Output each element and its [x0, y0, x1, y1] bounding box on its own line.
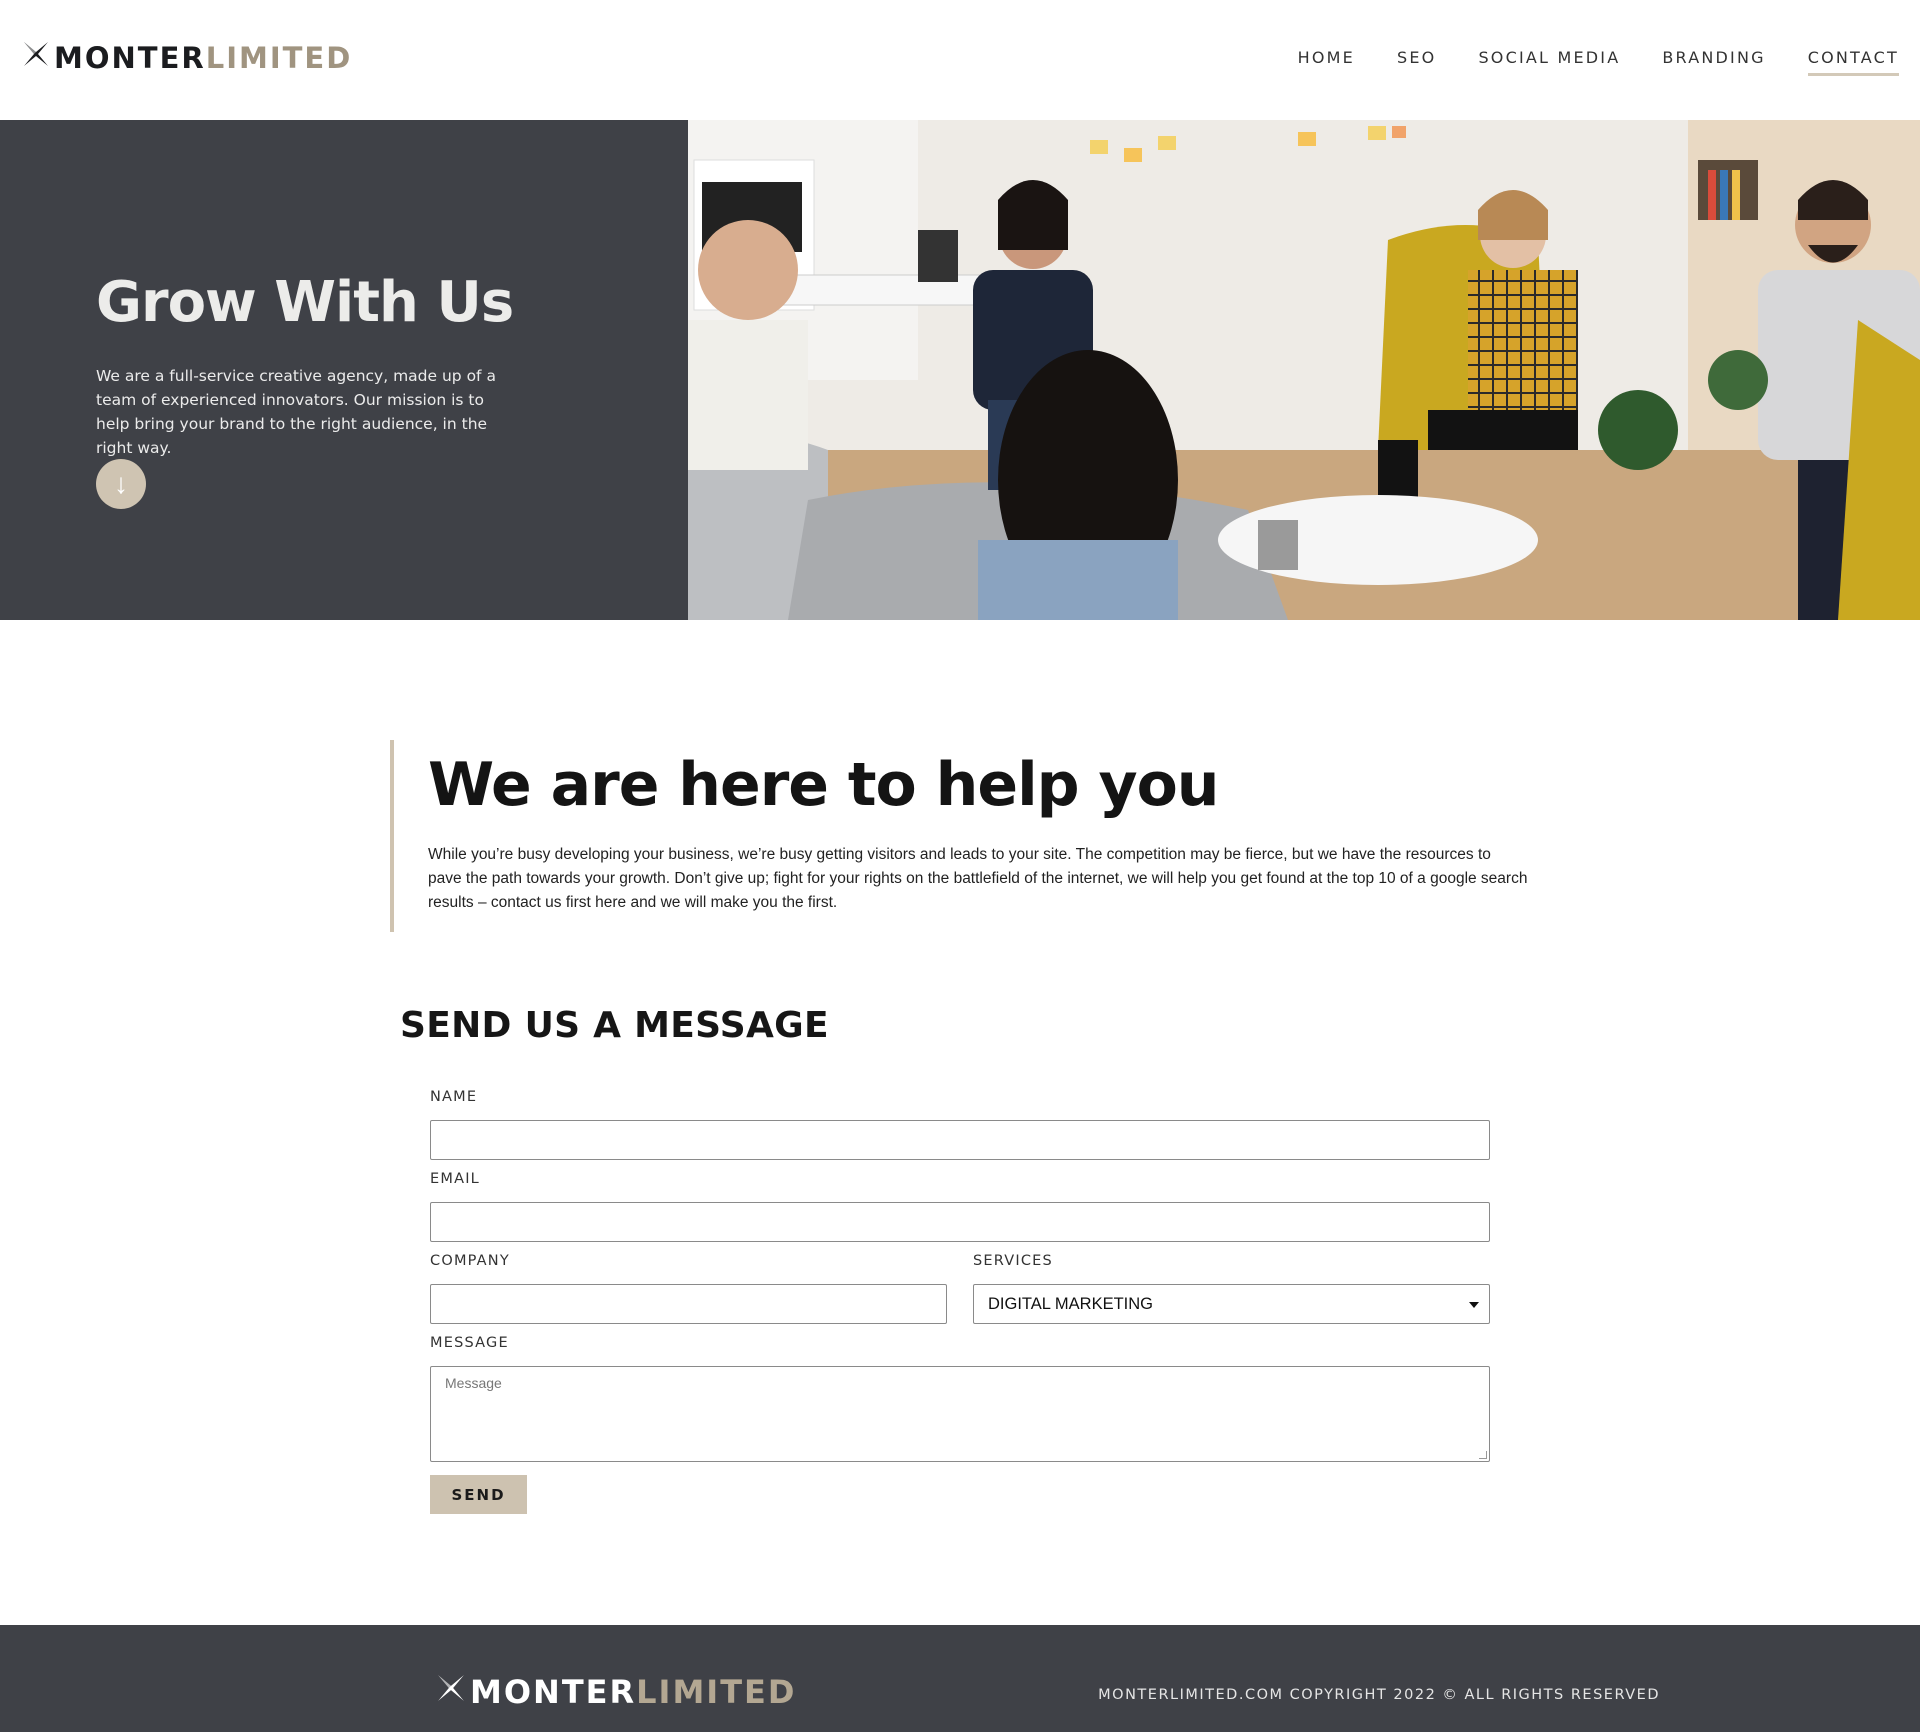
site-header: MONTER LIMITED HOME SEO SOCIAL MEDIA BRA… — [0, 0, 1920, 120]
hero-text: We are a full-service creative agency, m… — [96, 367, 496, 457]
help-section: We are here to help you While you’re bus… — [390, 740, 1540, 932]
nav-contact[interactable]: CONTACT — [1807, 48, 1899, 76]
main-nav: HOME SEO SOCIAL MEDIA BRANDING CONTACT — [1256, 48, 1899, 76]
scroll-down-button[interactable]: ↓ — [96, 459, 146, 509]
message-placeholder: Message — [445, 1375, 502, 1391]
services-select[interactable]: DIGITAL MARKETING — [973, 1284, 1490, 1324]
logo[interactable]: MONTER LIMITED — [22, 40, 352, 75]
logo-text-limited: LIMITED — [205, 40, 353, 75]
name-input[interactable] — [430, 1120, 1490, 1160]
nav-home[interactable]: HOME — [1298, 48, 1355, 76]
footer-logo[interactable]: MONTER LIMITED — [436, 1673, 796, 1711]
email-input[interactable] — [430, 1202, 1490, 1242]
nav-seo[interactable]: SEO — [1397, 48, 1436, 76]
message-label: MESSAGE — [430, 1335, 509, 1351]
resize-handle-icon[interactable] — [1479, 1451, 1487, 1459]
email-label: EMAIL — [430, 1171, 480, 1187]
company-label: COMPANY — [430, 1253, 510, 1269]
arrow-down-icon: ↓ — [114, 468, 128, 499]
hero-panel: Grow With Us We are a full-service creat… — [0, 120, 688, 620]
contact-form-title: SEND US A MESSAGE — [400, 1005, 829, 1046]
company-input[interactable] — [430, 1284, 947, 1324]
help-title: We are here to help you — [428, 750, 1220, 820]
nav-social-media[interactable]: SOCIAL MEDIA — [1478, 48, 1620, 76]
services-selected-value: DIGITAL MARKETING — [988, 1294, 1154, 1313]
footer-logo-text-monter: MONTER — [470, 1673, 637, 1711]
logo-star-icon — [436, 1673, 466, 1711]
hero-title: Grow With Us — [96, 270, 514, 335]
hero-photo-team-meeting — [688, 120, 1920, 620]
help-text: While you’re busy developing your busine… — [428, 846, 1528, 911]
copyright-text: MONTERLIMITED.COM COPYRIGHT 2022 © ALL R… — [1098, 1687, 1660, 1703]
services-label: SERVICES — [973, 1253, 1053, 1269]
name-label: NAME — [430, 1089, 478, 1105]
dropdown-caret-icon — [1469, 1302, 1479, 1308]
logo-text-monter: MONTER — [54, 40, 206, 75]
site-footer: MONTER LIMITED MONTERLIMITED.COM COPYRIG… — [0, 1625, 1920, 1732]
message-textarea[interactable]: Message — [430, 1366, 1490, 1462]
logo-star-icon — [22, 40, 50, 75]
send-button[interactable]: SEND — [430, 1475, 527, 1514]
footer-logo-text-limited: LIMITED — [636, 1673, 797, 1711]
nav-branding[interactable]: BRANDING — [1662, 48, 1765, 76]
